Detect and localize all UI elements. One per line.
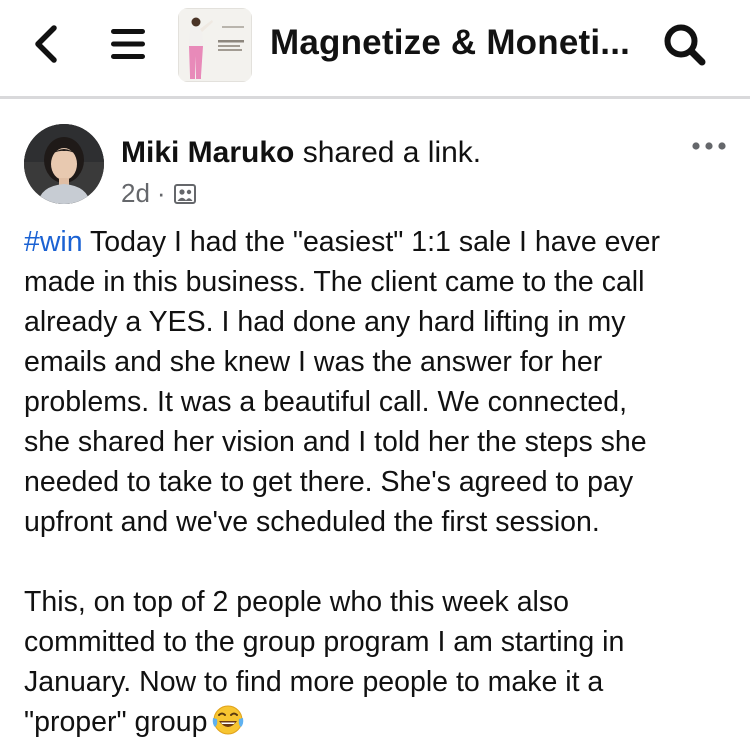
search-button[interactable] — [662, 22, 708, 68]
meta-separator: · — [156, 178, 166, 208]
author-name[interactable]: Miki Maruko — [121, 136, 294, 169]
group-cover-thumbnail[interactable] — [178, 8, 252, 82]
more-options-icon — [692, 142, 726, 150]
post-line: "proper" group — [24, 702, 724, 742]
avatar-photo — [24, 124, 104, 204]
post-line: This, on top of 2 people who this week a… — [24, 586, 569, 618]
top-navigation-bar: Magnetize & Moneti... — [0, 0, 750, 99]
post-line: upfront and we've scheduled the first se… — [24, 506, 600, 538]
post-more-button[interactable] — [690, 136, 730, 156]
search-icon — [664, 24, 706, 66]
post-line: she shared her vision and I told her the… — [24, 426, 647, 458]
post-line-text: "proper" group — [24, 706, 208, 738]
post-line: made in this business. The client came t… — [24, 266, 645, 298]
post-timestamp[interactable]: 2d — [121, 177, 150, 209]
post-line: #win Today I had the "easiest" 1:1 sale … — [24, 222, 724, 262]
hamburger-menu-icon — [111, 29, 145, 59]
post-line: needed to take to get there. She's agree… — [24, 466, 634, 498]
post-author-line: Miki Maruko shared a link. — [121, 134, 481, 172]
group-post-screen: Magnetize & Moneti... Miki Maruko shared… — [0, 0, 750, 754]
post-line: already a YES. I had done any hard lifti… — [24, 306, 626, 338]
group-cover-image — [178, 8, 252, 82]
post-line-text: Today I had the "easiest" 1:1 sale I hav… — [82, 226, 661, 258]
chevron-left-icon — [35, 25, 57, 63]
post-line: committed to the group program I am star… — [24, 626, 625, 658]
back-button[interactable] — [28, 22, 64, 66]
post-meta: 2d · — [121, 176, 197, 210]
post-line: problems. It was a beautiful call. We co… — [24, 386, 628, 418]
post-line: January. Now to find more people to make… — [24, 666, 604, 698]
post-line: emails and she knew I was the answer for… — [24, 346, 603, 378]
menu-button[interactable] — [108, 24, 148, 64]
group-audience-icon — [173, 181, 197, 205]
author-avatar[interactable] — [24, 124, 104, 204]
group-title[interactable]: Magnetize & Moneti... — [270, 20, 630, 66]
post-body: #win Today I had the "easiest" 1:1 sale … — [24, 222, 724, 742]
hashtag-link[interactable]: #win — [24, 226, 83, 258]
laughing-tears-emoji-icon — [211, 703, 245, 737]
post-action-text: shared a link. — [294, 136, 482, 169]
